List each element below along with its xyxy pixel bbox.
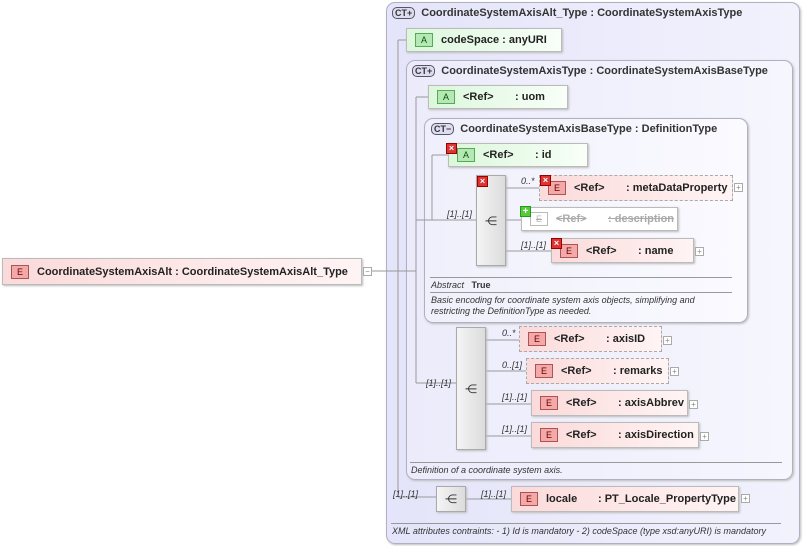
ref-label: <Ref> [483, 149, 514, 161]
element-icon: E [528, 332, 546, 346]
divider [430, 292, 732, 293]
mid-description: Definition of a coordinate system axis. [411, 465, 563, 475]
sequence-compositor-1[interactable]: ⋲ [476, 175, 506, 266]
expand-icon[interactable]: + [663, 336, 672, 345]
base-description-1: Basic encoding for coordinate system axi… [431, 295, 695, 305]
element-icon: E [540, 396, 558, 410]
base-description-2: restricting the DefinitionType as needed… [431, 306, 592, 316]
abstract-value: True [471, 280, 491, 290]
attribute-icon: A [415, 33, 433, 47]
cardinality: 0..* [521, 176, 535, 186]
element-axisdirection[interactable]: E <Ref> : axisDirection [531, 422, 699, 448]
attribute-uom[interactable]: A <Ref> : uom [428, 85, 568, 109]
expand-icon[interactable]: + [695, 247, 704, 256]
id-name: : id [535, 149, 552, 161]
prohibited-icon: × [446, 143, 457, 154]
ref-label: <Ref> [566, 397, 597, 409]
attribute-id[interactable]: A <Ref> : id [448, 143, 588, 167]
attribute-icon: A [437, 90, 455, 104]
prohibited-icon: × [551, 238, 562, 249]
abstract-label: Abstract [431, 280, 465, 290]
sequence-icon: ⋲ [465, 381, 477, 396]
attribute-icon: A [457, 148, 475, 162]
ref-label: <Ref> [574, 182, 605, 194]
cardinality: [1]..[1] [502, 424, 528, 434]
name-name: : name [638, 244, 674, 257]
root-element[interactable]: E CoordinateSystemAxisAlt : CoordinateSys… [2, 258, 362, 285]
metadataproperty-name: : metaDataProperty [626, 182, 728, 194]
sequence-compositor-3[interactable]: ⋲ [436, 486, 466, 512]
ref-label: <Ref> [566, 429, 597, 441]
divider [410, 462, 782, 463]
element-name[interactable]: E <Ref> : name [551, 238, 694, 263]
root-label: CoordinateSystemAxisAlt : CoordinateSyst… [37, 265, 348, 278]
divider [391, 523, 781, 524]
element-icon: E [530, 212, 548, 226]
element-icon: E [560, 243, 578, 258]
locale-label: locale [546, 493, 578, 505]
codespace-label: codeSpace : anyURI [441, 34, 547, 46]
sequence-icon: ⋲ [445, 492, 457, 506]
expand-icon[interactable]: + [741, 494, 750, 503]
axisid-name: : axisID [606, 333, 646, 345]
element-description[interactable]: E <Ref> : description [521, 207, 678, 231]
element-axisabbrev[interactable]: E <Ref> : axisAbbrev [531, 390, 688, 416]
cardinality: [1]..[1] [521, 240, 547, 250]
element-icon: E [520, 492, 538, 506]
axisabbrev-name: : axisAbbrev [618, 397, 685, 409]
ref-label: <Ref> [561, 365, 592, 377]
ref-label: <Ref> [586, 244, 617, 257]
divider [430, 277, 732, 278]
outer-description: XML attributes contraints: - 1) Id is ma… [392, 526, 766, 536]
element-remarks[interactable]: E <Ref> : remarks [526, 358, 669, 384]
cardinality: 0..* [502, 328, 516, 338]
prohibited-icon: × [540, 175, 551, 186]
expand-icon[interactable]: + [734, 183, 743, 192]
element-icon: E [535, 364, 553, 378]
cardinality: [1]..[1] [447, 209, 473, 219]
ref-label: <Ref> [554, 333, 585, 345]
expand-icon[interactable]: + [689, 400, 698, 409]
remarks-name: : remarks [613, 365, 663, 377]
ref-label: <Ref> [556, 213, 587, 225]
cardinality: [1]..[1] [481, 489, 507, 499]
description-name: : description [608, 213, 675, 225]
cardinality: 0..[1] [502, 360, 523, 370]
sequence-icon: ⋲ [485, 213, 497, 228]
cardinality: [1]..[1] [393, 489, 419, 499]
element-metadataproperty[interactable]: E <Ref>: metaDataProperty [539, 175, 733, 201]
uom-name: : uom [515, 91, 545, 103]
locale-type: : PT_Locale_PropertyType [598, 493, 736, 505]
expand-icon[interactable]: + [670, 367, 679, 376]
added-icon: + [520, 206, 531, 217]
prohibited-icon: × [477, 176, 488, 187]
sequence-compositor-2[interactable]: ⋲ [456, 327, 486, 450]
expand-icon[interactable]: + [700, 432, 709, 441]
abstract-row: Abstract True [431, 280, 491, 290]
ref-label: <Ref> [463, 91, 494, 103]
element-icon: E [540, 428, 558, 442]
axisdirection-name: : axisDirection [618, 429, 694, 441]
attribute-codespace[interactable]: AcodeSpace : anyURI [406, 28, 562, 52]
expand-icon[interactable]: − [363, 267, 372, 276]
element-locale[interactable]: Elocale : PT_Locale_PropertyType [511, 486, 739, 512]
element-icon: E [11, 264, 29, 279]
cardinality: [1]..[1] [502, 392, 528, 402]
element-axisid[interactable]: E <Ref> : axisID [519, 326, 662, 352]
cardinality: [1]..[1] [426, 378, 452, 388]
